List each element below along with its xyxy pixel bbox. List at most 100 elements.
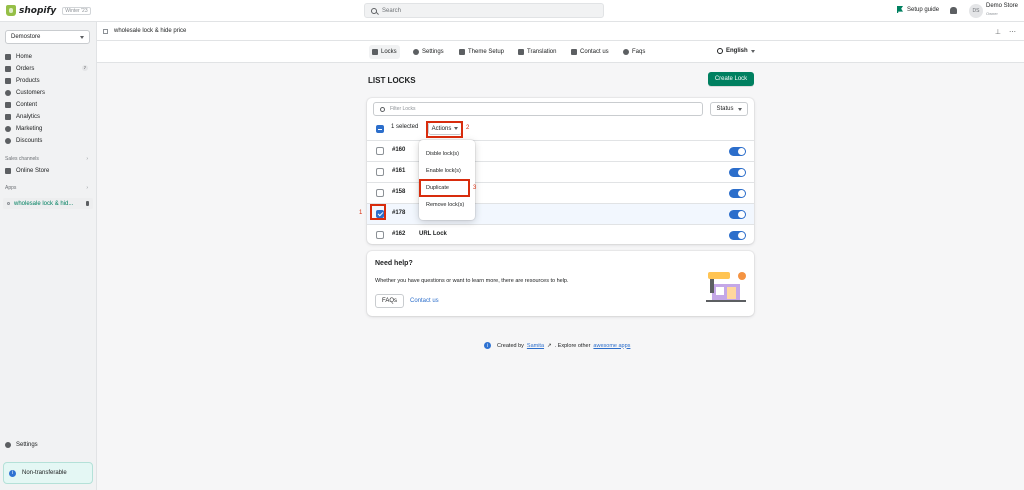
annotation-box-checkbox (370, 204, 386, 220)
orders-icon (5, 65, 11, 72)
banner-text: Non-transferable (22, 470, 67, 476)
lock-id: #162 (392, 231, 406, 237)
help-title: Need help? (375, 260, 413, 267)
tab-label: Translation (527, 49, 557, 55)
flag-icon (897, 6, 903, 13)
select-all-checkbox[interactable] (376, 125, 384, 133)
apps-header[interactable]: Apps › (5, 185, 91, 191)
search-icon (371, 7, 377, 14)
translate-icon (518, 49, 524, 55)
top-bar: shopify Winter '23 Search Setup guide DS… (0, 0, 1024, 22)
sidebar-item-label: Settings (16, 442, 38, 448)
filter-locks-input[interactable]: Filter Locks (373, 102, 703, 116)
theme-icon (459, 49, 465, 55)
create-lock-button[interactable]: Create Lock (708, 72, 754, 86)
person-icon (5, 89, 11, 96)
contact-us-link[interactable]: Contact us (410, 298, 439, 304)
menu-item-disable-locks[interactable]: Disble lock(s) (419, 146, 475, 162)
menu-item-enable-locks[interactable]: Enable lock(s) (419, 163, 475, 179)
discount-icon (5, 137, 11, 144)
annotation-number: 1 (359, 210, 363, 216)
store-name[interactable]: Demo Store (986, 3, 1018, 10)
tab-theme-setup[interactable]: Theme Setup (456, 45, 507, 59)
tag-icon (5, 77, 11, 84)
avatar[interactable]: DS (969, 4, 983, 18)
sidebar-item-analytics[interactable]: Analytics (5, 111, 91, 122)
tab-translation[interactable]: Translation (515, 45, 559, 59)
lock-status-toggle[interactable] (729, 168, 746, 177)
section-label-text: Sales channels (5, 156, 39, 162)
chevron-right-icon: › (86, 156, 88, 162)
sidebar-item-settings[interactable]: Settings (5, 442, 38, 448)
lock-status-toggle[interactable] (729, 210, 746, 219)
pin-icon[interactable] (86, 201, 89, 206)
samita-link[interactable]: Samita (527, 343, 544, 349)
tab-faqs[interactable]: Faqs (620, 45, 648, 59)
tab-contact-us[interactable]: Contact us (568, 45, 612, 59)
lock-status-toggle[interactable] (729, 189, 746, 198)
lock-status-toggle[interactable] (729, 231, 746, 240)
tab-locks[interactable]: Locks (369, 45, 400, 59)
row-checkbox[interactable] (376, 189, 384, 197)
lock-id: #158 (392, 189, 406, 195)
sidebar-item-label: Online Store (16, 167, 50, 174)
menu-item-remove-locks[interactable]: Remove lock(s) (419, 197, 475, 213)
sidebar-item-products[interactable]: Products (5, 75, 91, 86)
sidebar-item-online-store[interactable]: Online Store (5, 165, 91, 176)
home-icon (5, 53, 11, 60)
global-search[interactable]: Search (364, 3, 604, 18)
lock-id: #161 (392, 168, 406, 174)
sidebar-item-customers[interactable]: Customers (5, 87, 91, 98)
store-selector-label: Demostore (11, 34, 41, 40)
annotation-box-actions (426, 121, 463, 138)
annotation-number: 3 (473, 185, 477, 191)
chevron-down-icon (737, 107, 742, 111)
row-checkbox[interactable] (376, 168, 384, 176)
bell-icon[interactable] (950, 7, 957, 14)
awesome-apps-link[interactable]: awesome apps (593, 343, 630, 349)
footer-explore-text: . Explore other (554, 342, 591, 349)
sidebar-item-label: Orders (16, 65, 35, 72)
shopify-logo[interactable]: shopify (6, 5, 56, 16)
store-icon (5, 167, 11, 174)
help-text: Whether you have questions or want to le… (375, 278, 569, 284)
sidebar-item-content[interactable]: Content (5, 99, 91, 110)
sidebar-item-discounts[interactable]: Discounts (5, 135, 91, 146)
info-icon: i (9, 469, 16, 477)
setup-guide-button[interactable]: Setup guide (897, 6, 939, 13)
row-checkbox[interactable] (376, 147, 384, 155)
chevron-down-icon (80, 35, 84, 39)
sidebar: Demostore Home Orders 7 Products Customer… (0, 22, 97, 490)
row-checkbox[interactable] (376, 231, 384, 239)
sidebar-item-wholesale-app[interactable]: wholesale lock & hid... (3, 198, 93, 209)
tab-settings[interactable]: Settings (410, 45, 447, 59)
gear-icon (413, 49, 419, 55)
lock-status-toggle[interactable] (729, 147, 746, 156)
help-illustration-icon (706, 272, 746, 302)
analytics-icon (5, 113, 11, 120)
sidebar-item-home[interactable]: Home (5, 51, 91, 62)
orders-count-badge: 7 (81, 65, 88, 71)
sidebar-item-marketing[interactable]: Marketing (5, 123, 91, 134)
store-role: Owner (986, 11, 998, 16)
globe-icon (717, 48, 723, 54)
status-filter-button[interactable]: Status (710, 102, 748, 116)
language-label: English (726, 48, 748, 54)
store-selector[interactable]: Demostore (5, 30, 90, 44)
sidebar-item-label: Products (16, 77, 40, 84)
app-title-bar: wholesale lock & hide price ⊥ ⋯ (97, 22, 1024, 41)
table-row[interactable]: #162 URL Lock (367, 224, 754, 245)
pin-icon[interactable]: ⊥ (995, 28, 1001, 36)
tab-label: Contact us (580, 49, 609, 55)
help-card: Need help? Whether you have questions or… (367, 251, 754, 316)
more-icon[interactable]: ⋯ (1009, 28, 1016, 36)
tab-label: Theme Setup (468, 49, 505, 55)
sidebar-item-orders[interactable]: Orders 7 (5, 63, 91, 74)
sales-channels-header[interactable]: Sales channels › (5, 156, 91, 162)
sidebar-item-label: Marketing (16, 125, 43, 132)
apps-icon (103, 28, 108, 34)
nontransferable-banner[interactable]: i Non-transferable (3, 462, 93, 484)
language-selector[interactable]: English (717, 48, 755, 54)
faqs-button[interactable]: FAQs (375, 294, 404, 308)
app-navigation: Locks Settings Theme Setup Translation C… (97, 41, 1024, 63)
